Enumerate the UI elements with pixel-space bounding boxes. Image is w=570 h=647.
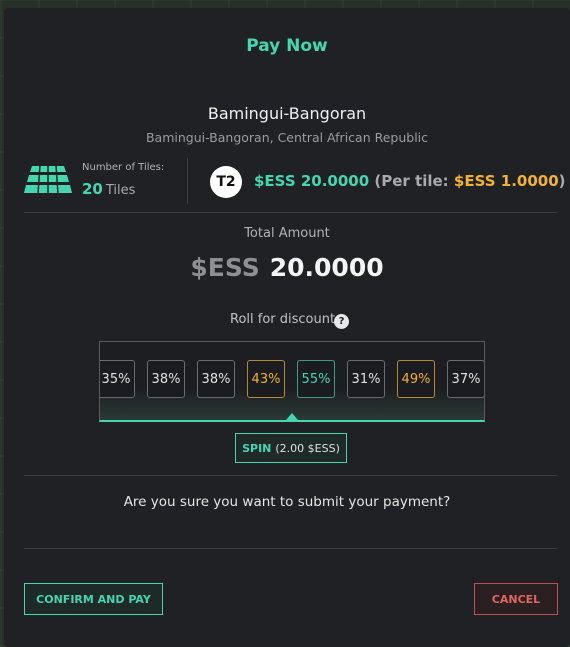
roll-pointer-icon (286, 413, 298, 420)
total-currency: $ESS (190, 253, 260, 282)
roll-item: 43% (247, 360, 285, 398)
roll-value: 38% (151, 371, 181, 387)
divider (24, 212, 557, 213)
roll-item-selected: 55% (297, 360, 335, 398)
cancel-button[interactable]: CANCEL (474, 583, 558, 615)
price-line: $ESS 20.0000 (Per tile: $ESS 1.0000) (254, 172, 566, 190)
per-tile-price: $ESS 1.0000 (453, 172, 559, 190)
tiles-count-unit: Tiles (105, 183, 136, 198)
divider (24, 475, 557, 476)
tiles-count: 20 Tiles (82, 180, 135, 198)
divider (24, 548, 557, 549)
price-amount: $ESS 20.0000 (254, 172, 370, 190)
dialog-title: Pay Now (246, 36, 328, 56)
spin-cost: (2.00 $ESS) (275, 441, 340, 455)
roll-value: 55% (301, 371, 331, 387)
help-icon[interactable]: ? (334, 314, 349, 329)
region-location: Bamingui-Bangoran, Central African Repub… (145, 130, 429, 145)
roll-value: 35% (101, 371, 131, 387)
confirm-and-pay-button[interactable]: CONFIRM AND PAY (24, 583, 163, 615)
confirmation-question: Are you sure you want to submit your pay… (123, 494, 451, 510)
roll-item: 38% (147, 360, 185, 398)
spin-button[interactable]: SPIN (2.00 $ESS) (235, 433, 347, 463)
per-tile-prefix: (Per tile: (374, 172, 449, 190)
tiles-stack-icon (24, 164, 72, 195)
total-amount: $ESS 20.0000 (4, 253, 570, 282)
roll-value: 31% (351, 371, 381, 387)
roll-item: 49% (397, 360, 435, 398)
total-value: 20.0000 (269, 253, 384, 282)
roll-item: 38% (197, 360, 235, 398)
pay-now-dialog: Pay Now Bamingui-Bangoran Bamingui-Bango… (4, 8, 570, 647)
roll-item: 31% (347, 360, 385, 398)
tiles-count-number: 20 (82, 180, 103, 198)
roll-value: 37% (451, 371, 481, 387)
roll-item: 37% (447, 360, 484, 398)
tier-badge: T2 (210, 166, 242, 198)
roll-value: 49% (401, 371, 431, 387)
roll-for-discount-label: Roll for discount (230, 312, 336, 327)
region-name: Bamingui-Bangoran (207, 104, 367, 123)
tiles-count-label: Number of Tiles: (82, 162, 165, 173)
total-amount-label: Total Amount (244, 226, 330, 241)
discount-roll-strip: 35% 38% 38% 43% 55% 31% 49% 37% (99, 341, 485, 422)
vertical-divider (187, 158, 188, 204)
per-tile-suffix: ) (558, 172, 566, 190)
roll-item: 35% (100, 360, 135, 398)
spin-label: SPIN (242, 441, 272, 455)
roll-value: 43% (251, 371, 281, 387)
roll-value: 38% (201, 371, 231, 387)
